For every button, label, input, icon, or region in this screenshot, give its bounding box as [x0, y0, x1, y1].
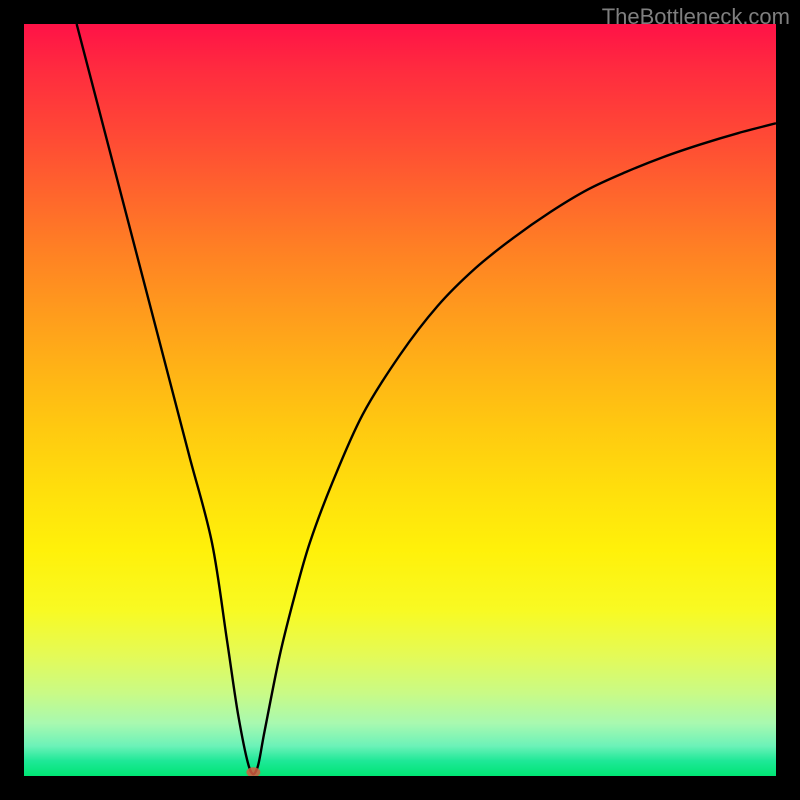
watermark-text: TheBottleneck.com [602, 4, 790, 30]
chart-container: TheBottleneck.com [0, 0, 800, 800]
plot-area [24, 24, 776, 776]
chart-curve-layer [24, 24, 776, 776]
bottleneck-curve [77, 24, 776, 774]
